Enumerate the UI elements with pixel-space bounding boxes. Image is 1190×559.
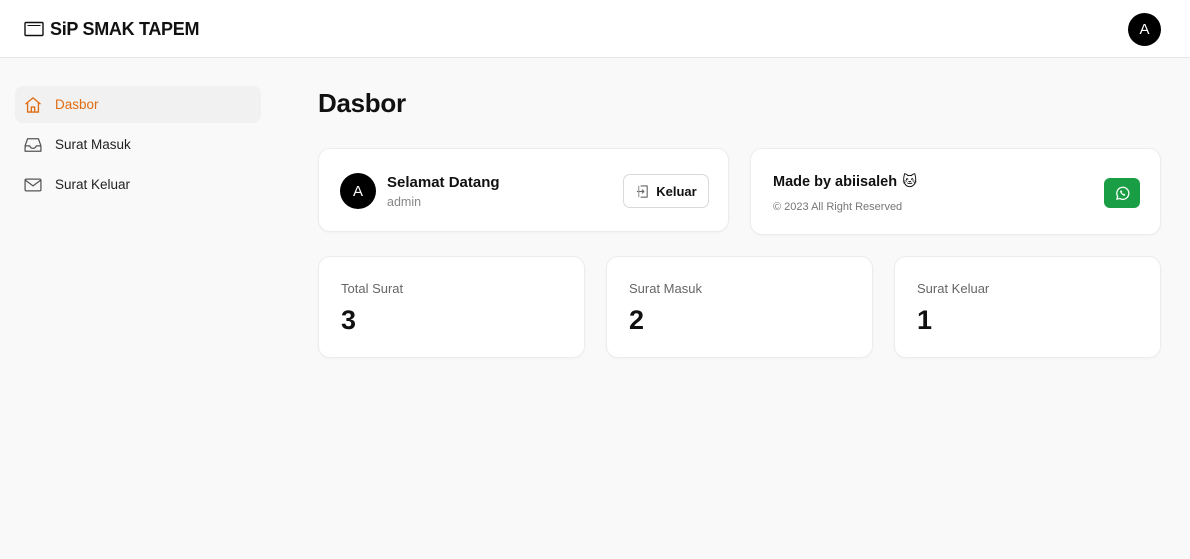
mail-icon bbox=[24, 178, 42, 191]
sidebar-item-label: Surat Keluar bbox=[55, 177, 131, 192]
sidebar-item-dasbor[interactable]: Dasbor bbox=[15, 86, 261, 123]
whatsapp-icon bbox=[1115, 186, 1129, 200]
top-navbar: SiP SMAK TAPEM A bbox=[0, 0, 1190, 58]
sidebar: Dasbor Surat Masuk Surat Keluar bbox=[15, 86, 261, 206]
stat-card-surat-masuk: Surat Masuk 2 bbox=[606, 256, 873, 358]
made-by-label: Made by abiisaleh bbox=[773, 174, 898, 190]
stat-value: 2 bbox=[629, 305, 645, 335]
inbox-icon bbox=[24, 137, 42, 152]
stat-card-surat-keluar: Surat Keluar 1 bbox=[894, 256, 1161, 358]
stat-label: Surat Keluar bbox=[917, 281, 990, 296]
page-title: Dasbor bbox=[318, 88, 406, 118]
stat-value: 3 bbox=[341, 305, 357, 335]
sidebar-item-surat-masuk[interactable]: Surat Masuk bbox=[15, 126, 261, 163]
avatar[interactable]: A bbox=[1128, 13, 1161, 46]
sidebar-item-label: Surat Masuk bbox=[55, 137, 131, 152]
logout-icon bbox=[637, 184, 649, 198]
avatar: A bbox=[340, 173, 376, 209]
stat-label: Total Surat bbox=[341, 281, 404, 296]
cat-emoji: 🐱 bbox=[902, 174, 918, 190]
logout-button[interactable]: Keluar bbox=[623, 174, 709, 208]
copyright-text: © 2023 All Right Reserved bbox=[773, 201, 903, 213]
brand-title: SiP SMAK TAPEM bbox=[50, 18, 200, 39]
logout-label: Keluar bbox=[656, 183, 697, 199]
brand[interactable]: SiP SMAK TAPEM bbox=[24, 19, 199, 39]
stat-value: 1 bbox=[917, 305, 933, 335]
credit-card: Made by abiisaleh 🐱 © 2023 All Right Res… bbox=[750, 148, 1161, 235]
made-by-text: Made by abiisaleh 🐱 bbox=[773, 174, 917, 190]
stat-label: Surat Masuk bbox=[629, 281, 702, 296]
sidebar-item-label: Dasbor bbox=[55, 97, 99, 112]
envelope-icon bbox=[24, 21, 44, 37]
welcome-greeting: Selamat Datang bbox=[387, 174, 500, 191]
whatsapp-button[interactable] bbox=[1104, 178, 1140, 208]
welcome-card: A Selamat Datang admin Keluar bbox=[318, 148, 729, 232]
home-icon bbox=[25, 96, 41, 113]
stat-card-total-surat: Total Surat 3 bbox=[318, 256, 585, 358]
user-role: admin bbox=[387, 195, 422, 209]
sidebar-item-surat-keluar[interactable]: Surat Keluar bbox=[15, 166, 261, 203]
